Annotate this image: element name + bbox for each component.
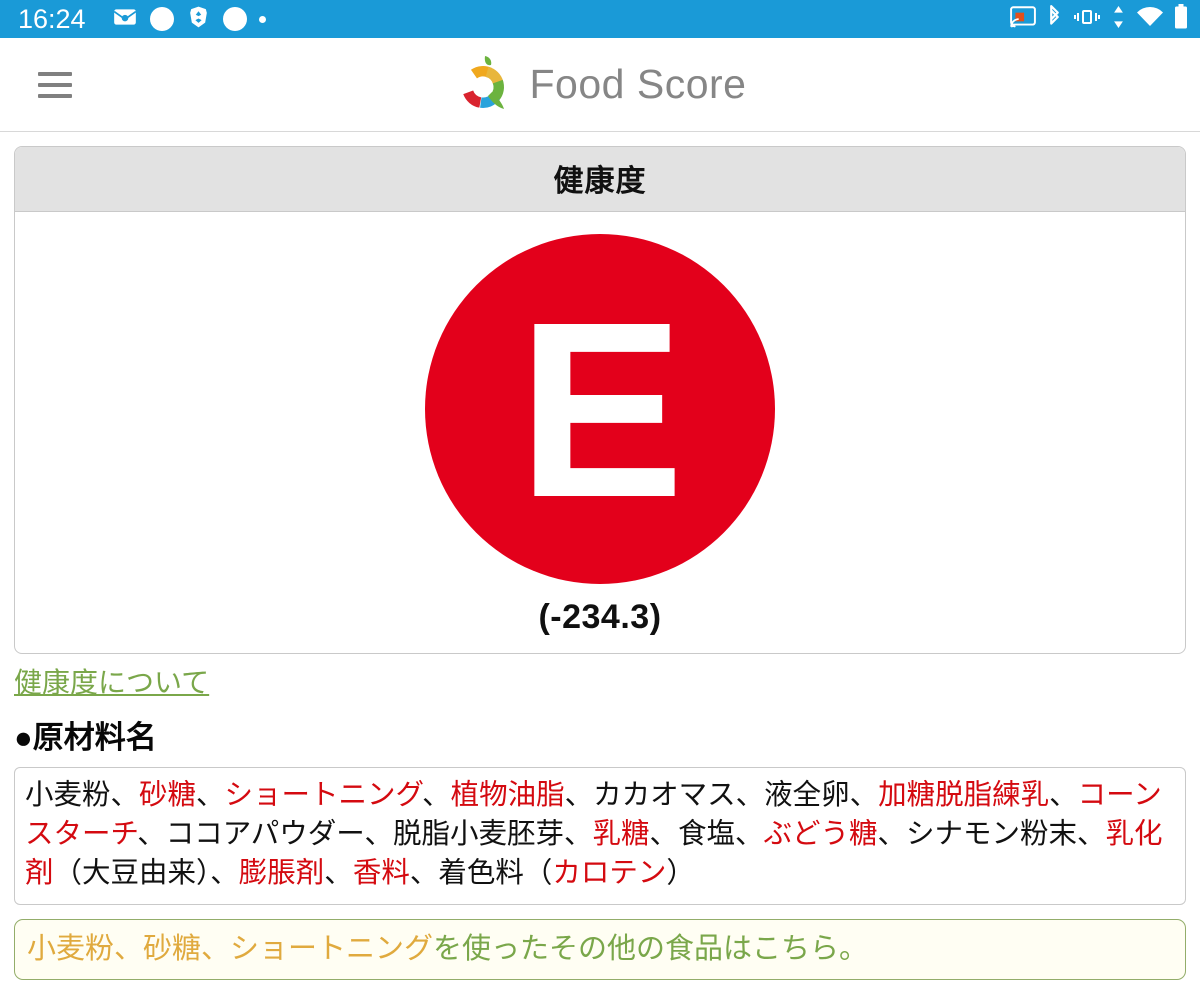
ingredient-flagged: 砂糖 [139, 778, 197, 811]
status-left-icon-group: 16:24 [12, 4, 1010, 35]
food-score-logo-icon [454, 54, 516, 116]
hamburger-bar [38, 71, 72, 76]
status-right-icon-group [1010, 4, 1188, 34]
mail-photo-icon [112, 4, 138, 35]
small-dot-icon [258, 15, 266, 23]
white-circle-icon [222, 7, 247, 31]
ingredient-plain: 、 [324, 857, 353, 890]
ingredient-plain: （大豆由来）、 [53, 857, 239, 890]
grade-letter: E [517, 269, 685, 549]
ingredient-flagged: 植物油脂 [450, 778, 565, 811]
ingredient-plain: 、 [196, 778, 225, 811]
white-circle-icon [149, 7, 174, 31]
ingredient-plain: 、着色料（ [409, 857, 553, 890]
ingredient-plain: ） [666, 857, 695, 890]
cast-screen-icon [1010, 5, 1036, 33]
ingredient-plain: 小麦粉、 [25, 778, 140, 811]
ingredient-plain: 、 [1049, 778, 1078, 811]
ingredients-list: 小麦粉、砂糖、ショートニング、植物油脂、カカオマス、液全卵、加糖脱脂練乳、コーン… [14, 766, 1186, 905]
health-score-card-title: 健康度 [15, 147, 1185, 212]
hamburger-bar [38, 82, 72, 87]
app-bar: Food Score [0, 38, 1200, 132]
health-score-card-body: E (-234.3) [15, 212, 1185, 653]
hamburger-menu-icon[interactable] [38, 71, 72, 98]
score-value: (-234.3) [538, 598, 662, 636]
ingredient-flagged: カロテン [552, 857, 667, 890]
health-score-card: 健康度 E (-234.3) [14, 146, 1186, 654]
status-bar: 16:24 [0, 0, 1200, 38]
about-health-score-link[interactable]: 健康度について [14, 666, 209, 700]
related-foods-link[interactable]: 小麦粉、砂糖、ショートニングを使ったその他の食品はこちら。 [14, 918, 1186, 980]
ingredient-plain: 、 [422, 778, 451, 811]
vibrate-icon [1073, 7, 1101, 32]
app-title: Food Score [529, 61, 747, 107]
ingredients-heading: ●原材料名 [14, 719, 157, 755]
ingredient-flagged: 加糖脱脂練乳 [878, 778, 1050, 811]
ingredient-plain: 、食塩、 [649, 817, 764, 850]
status-clock: 16:24 [18, 3, 86, 34]
main-content: 健康度 E (-234.3) 健康度について ●原材料名 小麦粉、砂糖、ショート… [0, 146, 1200, 980]
bluetooth-icon [1046, 4, 1063, 34]
data-transfer-icon [1111, 5, 1126, 33]
ingredient-flagged: 香料 [352, 857, 410, 890]
ingredient-plain: 、ココアパウダー、脱脂小麦胚芽、 [137, 817, 593, 850]
ingredient-plain: 、シナモン粉末、 [877, 817, 1106, 850]
ingredient-flagged: ショートニング [224, 778, 423, 811]
hamburger-bar [38, 93, 72, 98]
ingredient-flagged: 乳糖 [592, 817, 650, 850]
app-brand[interactable]: Food Score [454, 54, 747, 116]
grade-badge: E [425, 234, 775, 584]
related-link-text: を使ったその他の食品はこちら。 [433, 932, 869, 965]
related-ingredient-names: 小麦粉、砂糖、ショートニング [27, 932, 434, 965]
ingredient-plain: 、カカオマス、液全卵、 [564, 778, 879, 811]
ingredient-flagged: ぶどう糖 [763, 817, 878, 850]
brave-browser-icon [186, 4, 211, 35]
wifi-icon [1136, 6, 1164, 33]
battery-icon [1174, 4, 1188, 34]
ingredient-flagged: 膨脹剤 [238, 857, 325, 890]
